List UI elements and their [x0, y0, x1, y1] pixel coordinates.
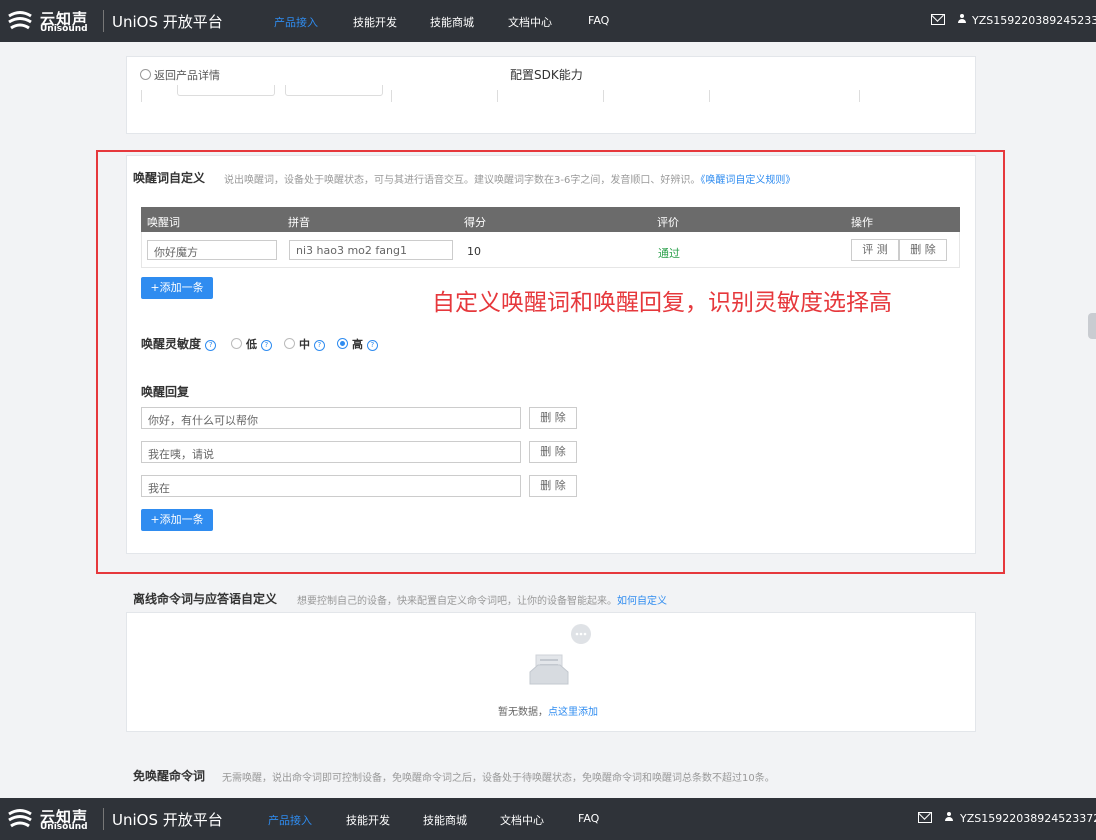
highlight-frame: [96, 150, 1005, 574]
back-to-product-link[interactable]: 返回产品详情: [140, 67, 220, 83]
user-icon: [957, 14, 967, 24]
table-fragment: [603, 90, 604, 102]
table-fragment: [859, 90, 860, 102]
offline-command-desc: 想要控制自己的设备，快来配置自定义命令词吧，让你的设备智能起来。如何自定义: [297, 592, 667, 607]
table-fragment: [177, 85, 275, 96]
nav-skill-store[interactable]: 技能商城: [423, 812, 467, 828]
logo-mark-icon: [8, 11, 32, 30]
table-fragment: [141, 90, 142, 102]
nav-docs[interactable]: 文档中心: [500, 812, 544, 828]
no-wake-command-desc: 无需唤醒，说出命令词即可控制设备，免唤醒命令词之后，设备处于待唤醒状态，免唤醒命…: [222, 773, 775, 784]
mail-icon[interactable]: [918, 812, 932, 823]
table-fragment: [391, 90, 392, 102]
empty-inbox-icon: [529, 654, 569, 685]
offline-desc-text: 想要控制自己的设备，快来配置自定义命令词吧，让你的设备智能起来。: [297, 596, 617, 607]
unisound-logo[interactable]: 云知声 Unisound: [6, 7, 102, 35]
nav-docs[interactable]: 文档中心: [508, 14, 552, 30]
logo-mark-icon: [8, 809, 32, 828]
back-circle-icon: [140, 69, 151, 80]
table-fragment: [709, 90, 710, 102]
platform-title: UniOS 开放平台: [112, 811, 223, 829]
bottom-navbar: 云知声 Unisound UniOS 开放平台 产品接入 技能开发 技能商城 文…: [0, 798, 1096, 840]
user-id[interactable]: YZS15922038924523372: [972, 14, 1096, 27]
no-wake-command-title: 免唤醒命令词: [133, 769, 206, 783]
nav-faq[interactable]: FAQ: [588, 14, 609, 27]
side-collapse-tab[interactable]: [1088, 313, 1096, 339]
logo-divider: [103, 808, 104, 830]
user-icon: [944, 812, 954, 822]
unisound-logo[interactable]: 云知声 Unisound: [6, 805, 102, 833]
sdk-config-title: 配置SDK能力: [510, 68, 583, 82]
nav-product-access[interactable]: 产品接入: [274, 14, 318, 30]
logo-divider: [103, 10, 104, 32]
nav-skill-store[interactable]: 技能商城: [430, 14, 474, 30]
logo-text-en: Unisound: [40, 822, 88, 832]
table-fragment: [285, 85, 383, 96]
table-fragment: [497, 90, 498, 102]
back-label: 返回产品详情: [154, 69, 220, 82]
offline-command-title: 离线命令词与应答语自定义: [133, 592, 278, 606]
nav-product-access[interactable]: 产品接入: [268, 812, 312, 828]
nav-skill-dev[interactable]: 技能开发: [346, 812, 390, 828]
chat-bubble-icon: [571, 624, 591, 644]
user-id[interactable]: YZS15922038924523372: [960, 812, 1096, 825]
add-command-link[interactable]: 点这里添加: [548, 707, 598, 718]
nav-faq[interactable]: FAQ: [578, 812, 599, 825]
empty-text-label: 暂无数据，: [498, 707, 548, 718]
how-to-customize-link[interactable]: 如何自定义: [617, 596, 667, 607]
platform-title: UniOS 开放平台: [112, 13, 223, 31]
mail-icon[interactable]: [931, 14, 945, 25]
empty-state-text: 暂无数据，点这里添加: [498, 703, 598, 718]
nav-skill-dev[interactable]: 技能开发: [353, 14, 397, 30]
logo-text-en: Unisound: [40, 24, 88, 34]
top-navbar: 云知声 Unisound UniOS 开放平台 产品接入 技能开发 技能商城 文…: [0, 0, 1096, 42]
